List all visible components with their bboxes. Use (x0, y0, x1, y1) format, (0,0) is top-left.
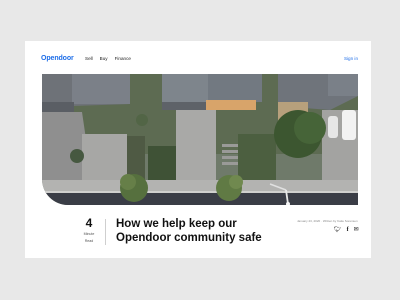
article-title-line-2: Opendoor community safe (116, 231, 262, 244)
nav-link-finance[interactable]: Finance (115, 56, 131, 61)
twitter-icon[interactable]: 🐦︎ (334, 227, 342, 233)
nav-link-buy[interactable]: Buy (100, 56, 108, 61)
sign-in-link[interactable]: Sign in (344, 56, 358, 61)
email-icon[interactable]: ✉︎ (354, 227, 359, 233)
hero-image (42, 74, 358, 205)
article-meta: January 23, 2020 · Written by Katie Sore… (297, 219, 358, 223)
read-time-label-read: Read (84, 239, 94, 244)
share-icons: 🐦︎ f ✉︎ (334, 227, 359, 233)
top-navigation: Opendoor Sell Buy Finance Sign in (25, 41, 371, 74)
nav-links: Sell Buy Finance (85, 56, 131, 61)
article-title: How we help keep our Opendoor community … (116, 218, 296, 245)
vertical-divider (105, 219, 106, 245)
article-title-line-1: How we help keep our (116, 218, 237, 230)
facebook-icon[interactable]: f (347, 227, 349, 233)
opendoor-logo[interactable]: Opendoor (41, 55, 74, 62)
read-time: 4 Minute Read (81, 217, 97, 244)
nav-link-sell[interactable]: Sell (85, 56, 93, 61)
read-time-label-minute: Minute (83, 232, 95, 236)
read-time-number: 4 (85, 216, 93, 230)
aerial-neighborhood-illustration (42, 74, 358, 205)
article-card: Opendoor Sell Buy Finance Sign in 4 Minu… (25, 41, 371, 258)
